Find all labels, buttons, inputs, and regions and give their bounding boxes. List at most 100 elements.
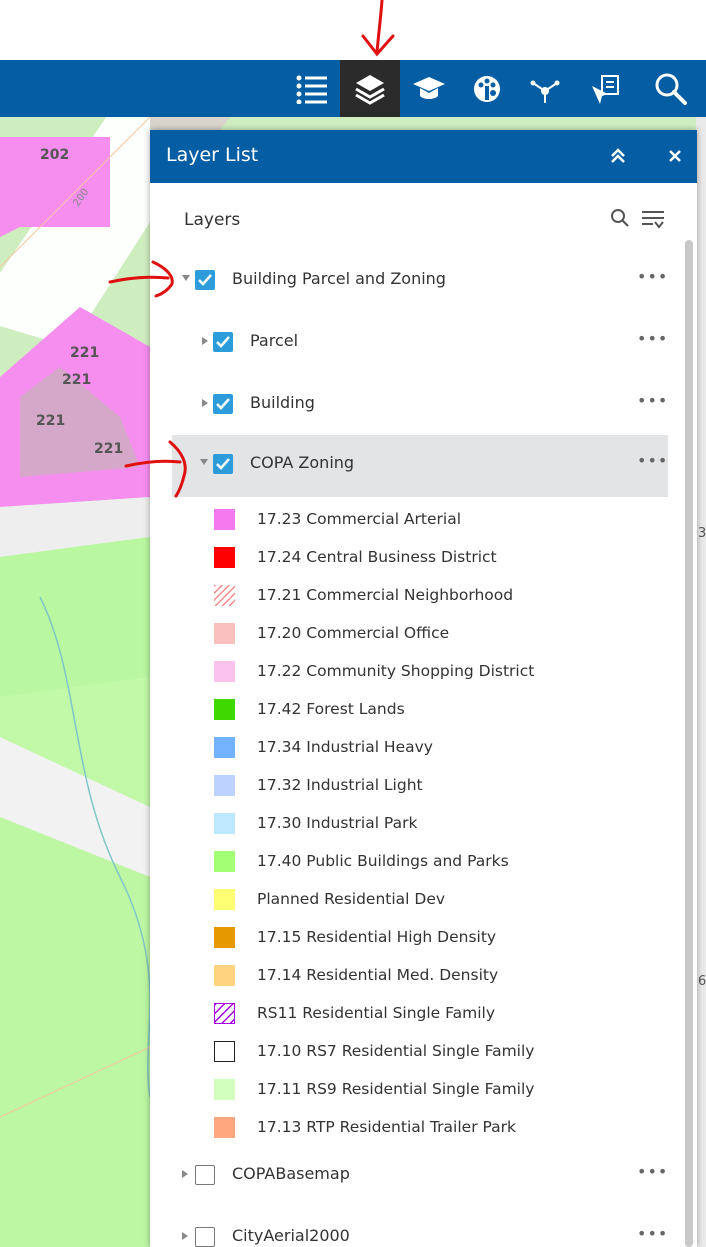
legend-label: 17.15 Residential High Density [257, 928, 497, 946]
layer-label: COPABasemap [232, 1164, 350, 1183]
layer-label: Building [250, 393, 315, 412]
legend-item: 17.40 Public Buildings and Parks [214, 843, 674, 881]
filter-layers-button[interactable] [640, 208, 666, 234]
check-icon [216, 458, 230, 470]
legend-label: Planned Residential Dev [257, 890, 446, 908]
layer-checkbox[interactable] [213, 454, 233, 474]
legend-item: 17.10 RS7 Residential Single Family [214, 1033, 674, 1071]
legend-label: 17.32 Industrial Light [257, 776, 423, 794]
layer-options-button[interactable]: ••• [637, 1224, 668, 1243]
share-icon [530, 80, 560, 103]
layer-row-parcel[interactable]: Parcel ••• [150, 313, 680, 375]
close-icon [669, 150, 681, 162]
chevron-right-icon[interactable] [202, 399, 208, 407]
map-label: 6 [698, 974, 706, 989]
legend-swatch [214, 699, 235, 720]
legend-label: 17.11 RS9 Residential Single Family [257, 1080, 535, 1098]
layer-list-button[interactable] [340, 60, 400, 117]
legend-swatch [214, 623, 235, 644]
layer-row-cityaerial2000[interactable]: CityAerial2000 ••• [150, 1208, 680, 1247]
legend-item: 17.13 RTP Residential Trailer Park [214, 1109, 674, 1147]
layer-options-button[interactable]: ••• [637, 267, 668, 286]
legend-label: RS11 Residential Single Family [257, 1004, 496, 1022]
legend-icon [296, 75, 327, 104]
layer-row-copabasemap[interactable]: COPABasemap ••• [150, 1146, 680, 1208]
layer-options-button[interactable]: ••• [637, 391, 668, 410]
annotation-arrow-top [361, 0, 395, 57]
layer-checkbox[interactable] [195, 1165, 215, 1185]
learn-button[interactable] [400, 60, 458, 117]
chevron-right-icon[interactable] [182, 1232, 188, 1240]
legend-item: 17.11 RS9 Residential Single Family [214, 1071, 674, 1109]
legend-label: 17.22 Community Shopping District [257, 662, 535, 680]
layer-label: COPA Zoning [250, 453, 355, 472]
select-icon [592, 74, 619, 104]
layer-row-building[interactable]: Building ••• [150, 375, 680, 437]
legend-swatch [214, 509, 235, 530]
close-button[interactable] [663, 144, 687, 168]
legend-item: 17.21 Commercial Neighborhood [214, 577, 674, 615]
layer-options-button[interactable]: ••• [637, 329, 668, 348]
layer-row-copa-zoning[interactable]: COPA Zoning ••• [172, 435, 668, 497]
legend-label: 17.40 Public Buildings and Parks [257, 852, 509, 870]
layers-heading: Layers [184, 210, 241, 230]
layer-list-panel: Layer List Layers Building Parcel and Zo… [150, 130, 697, 1247]
legend-label: 17.14 Residential Med. Density [257, 966, 499, 984]
annotation-arrow-2 [124, 440, 187, 498]
chevron-right-icon[interactable] [182, 1170, 188, 1178]
search-layers-button[interactable] [610, 208, 630, 232]
legend-item: RS11 Residential Single Family [214, 995, 674, 1033]
layer-checkbox[interactable] [213, 394, 233, 414]
legend-swatch [214, 1041, 235, 1062]
legend-swatch [214, 585, 235, 606]
legend-swatch [214, 661, 235, 682]
search-button[interactable] [640, 60, 702, 117]
layer-checkbox[interactable] [213, 332, 233, 352]
double-chevron-up-icon [611, 148, 625, 163]
legend-swatch [214, 813, 235, 834]
legend-label: 17.23 Commercial Arterial [257, 510, 462, 528]
symbology-button[interactable] [458, 60, 516, 117]
palette-icon [474, 75, 500, 102]
legend-item: Planned Residential Dev [214, 881, 674, 919]
layer-checkbox[interactable] [195, 270, 215, 290]
select-button[interactable] [574, 60, 636, 117]
search-icon [611, 209, 629, 227]
map-label: 221 [94, 441, 123, 457]
legend-item: 17.14 Residential Med. Density [214, 957, 674, 995]
legend-swatch [214, 1117, 235, 1138]
share-button[interactable] [516, 60, 574, 117]
legend-item: 17.32 Industrial Light [214, 767, 674, 805]
map-label: 221 [62, 372, 91, 388]
layer-label: Parcel [250, 331, 299, 350]
chevron-right-icon[interactable] [202, 337, 208, 345]
legend-item: 17.30 Industrial Park [214, 805, 674, 843]
layer-options-button[interactable]: ••• [637, 451, 668, 470]
chevron-down-icon[interactable] [200, 459, 208, 465]
legend-swatch [214, 1079, 235, 1100]
layer-checkbox[interactable] [195, 1227, 215, 1247]
legend-label: 17.10 RS7 Residential Single Family [257, 1042, 535, 1060]
legend-label: 17.21 Commercial Neighborhood [257, 586, 514, 604]
map-label: 202 [40, 147, 69, 163]
legend-item: 17.42 Forest Lands [214, 691, 674, 729]
legend-item: 17.34 Industrial Heavy [214, 729, 674, 767]
legend-item: 17.23 Commercial Arterial [214, 501, 674, 539]
legend-swatch [214, 851, 235, 872]
check-icon [198, 274, 212, 286]
layer-label: Building Parcel and Zoning [232, 269, 446, 288]
layer-list-icon [355, 74, 385, 105]
legend-swatch [214, 547, 235, 568]
collapse-button[interactable] [606, 144, 630, 168]
layer-options-button[interactable]: ••• [637, 1162, 668, 1181]
check-icon [216, 398, 230, 410]
panel-header: Layer List [150, 130, 697, 183]
legend-button[interactable] [284, 60, 340, 117]
chevron-down-icon[interactable] [182, 275, 190, 281]
legend-item: 17.24 Central Business District [214, 539, 674, 577]
panel-scrollbar[interactable] [685, 240, 693, 1247]
layer-row-building-parcel-zoning[interactable]: Building Parcel and Zoning ••• [150, 251, 680, 313]
legend-swatch [214, 737, 235, 758]
legend-swatch [214, 889, 235, 910]
search-icon [655, 73, 687, 105]
